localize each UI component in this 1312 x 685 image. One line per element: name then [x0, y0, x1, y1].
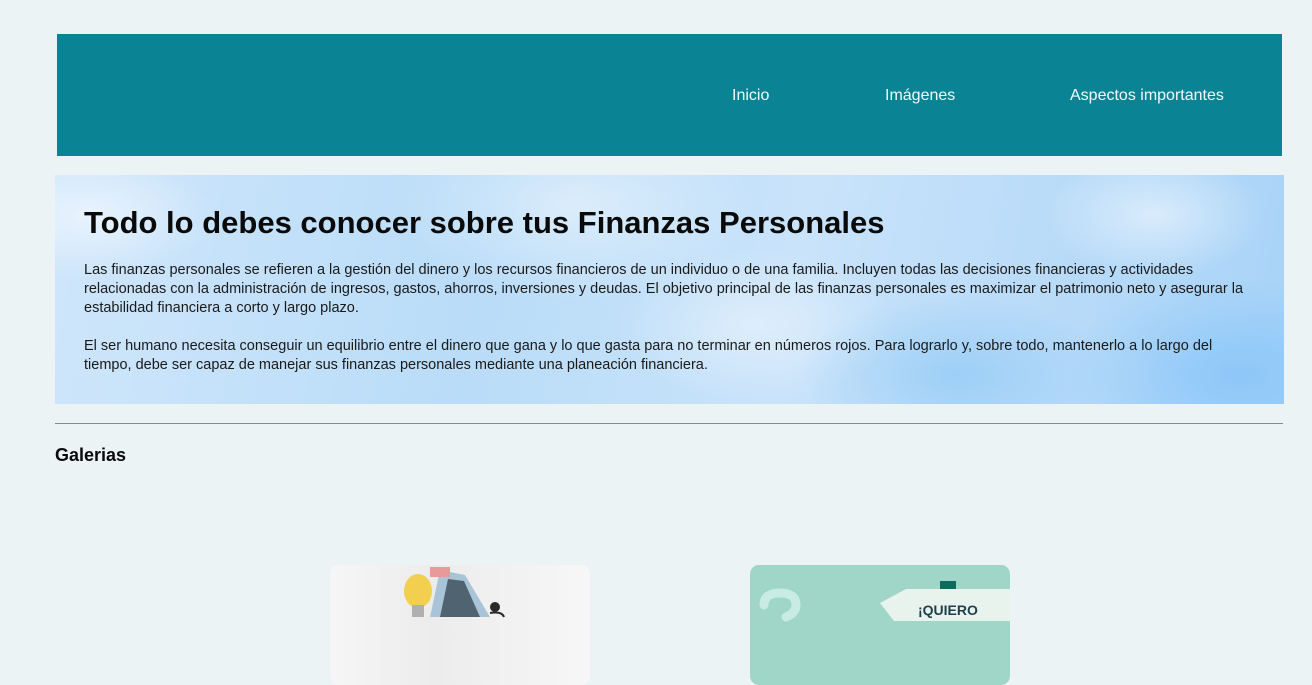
sign-illustration: ¡QUIERO	[759, 581, 1010, 622]
nav-link-aspectos-importantes[interactable]: Aspectos importantes	[1070, 87, 1224, 105]
nav-link-imagenes[interactable]: Imágenes	[885, 87, 955, 105]
gallery-image-quiero-sign[interactable]: ¡QUIERO	[750, 565, 1010, 685]
sign-text: ¡QUIERO	[918, 602, 978, 618]
nav-link-inicio[interactable]: Inicio	[732, 87, 769, 105]
house-lightbulb-illustration	[404, 567, 505, 618]
gallery-image-house-lightbulb[interactable]	[330, 565, 590, 685]
top-navbar: Inicio Imágenes Aspectos importantes	[57, 34, 1282, 156]
hero-paragraph: Las finanzas personales se refieren a la…	[84, 262, 1244, 316]
gallery-title: Galerias	[55, 445, 127, 465]
hero-title: Todo lo debes conocer sobre tus Finanzas…	[84, 205, 885, 240]
section-divider	[55, 423, 1283, 424]
hero-paragraph: El ser humano necesita conseguir un equi…	[84, 338, 1213, 373]
hero-banner: Todo lo debes conocer sobre tus Finanzas…	[55, 175, 1284, 404]
